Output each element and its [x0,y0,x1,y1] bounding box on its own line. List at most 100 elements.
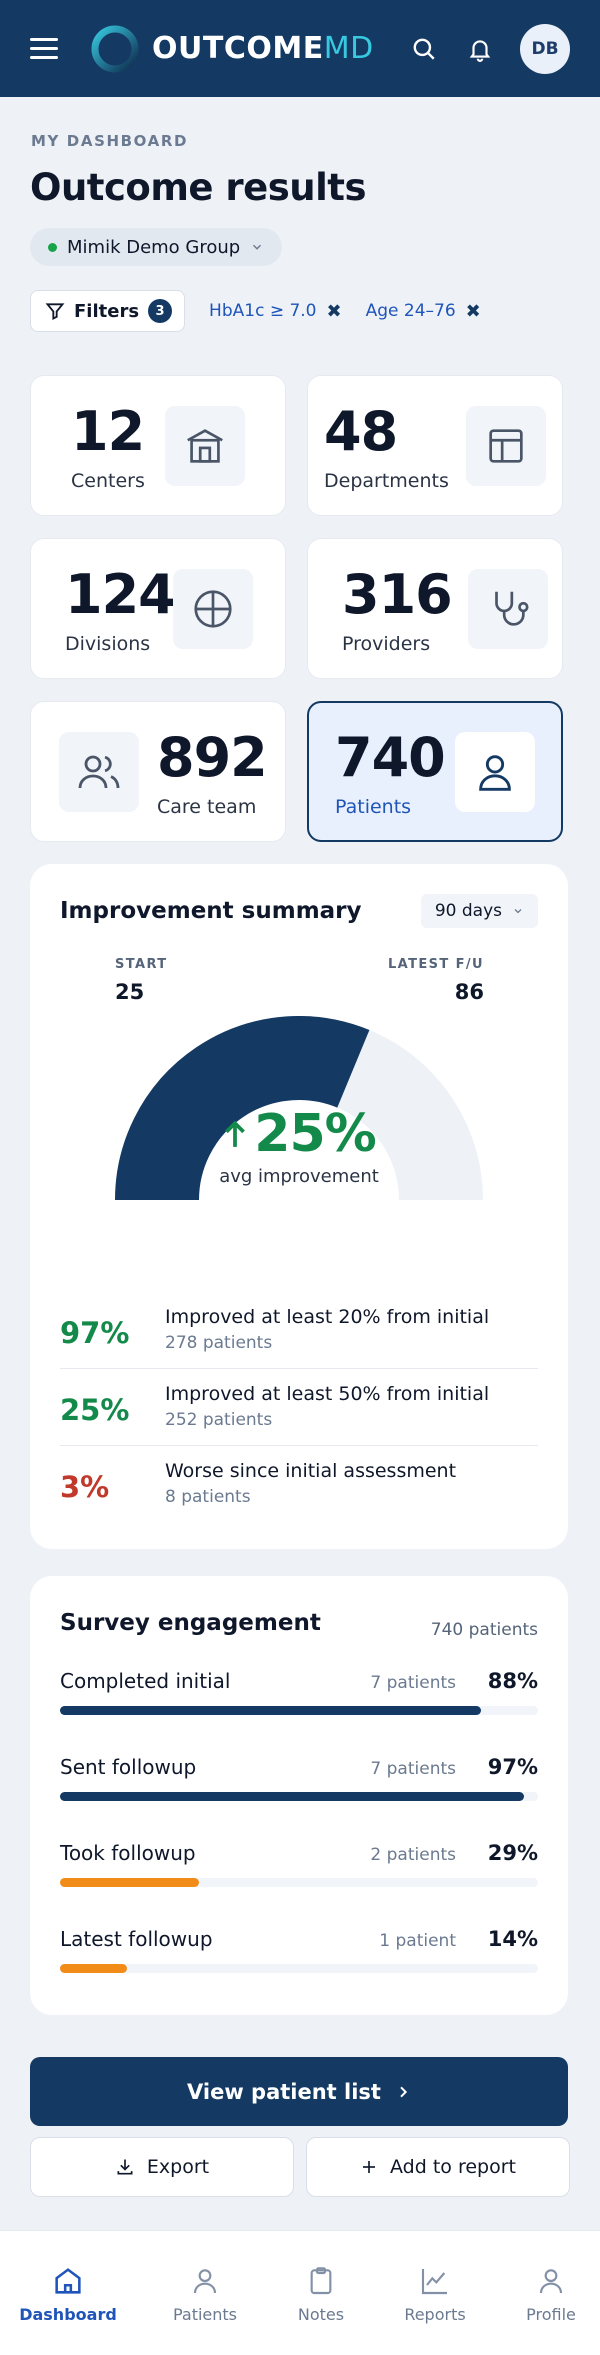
filters-row: Filters 3 HbA1c ≥ 7.0 ✖ Age 24–76 ✖ [30,290,481,332]
clipboard-icon [266,2261,376,2301]
bottom-nav: Dashboard Patients Notes Reports Profile [0,2230,600,2355]
filters-label: Filters [74,300,140,322]
survey-row-percent: 88% [487,1669,538,1693]
survey-row[interactable]: Took followup 2 patients 29% [60,1841,538,1901]
stat-card-care-team[interactable]: 892 Care team [30,701,286,842]
filter-count-badge: 3 [148,299,173,323]
nav-patients[interactable]: Patients [150,2261,260,2324]
layout-icon [466,406,546,486]
app-logo[interactable]: OUTCOMEMD [90,24,374,74]
row-patients: 252 patients [165,1410,273,1430]
bell-icon[interactable] [464,33,496,65]
remove-chip-icon[interactable]: ✖ [327,301,342,322]
stat-label: Departments [324,470,449,492]
list-item[interactable]: 25% Improved at least 50% from initial 2… [60,1369,538,1446]
button-label: Export [146,2156,210,2178]
nav-notes[interactable]: Notes [266,2261,376,2324]
survey-row-count: 7 patients [370,1673,456,1693]
survey-row[interactable]: Sent followup 7 patients 97% [60,1755,538,1815]
list-item[interactable]: 97% Improved at least 20% from initial 2… [60,1292,538,1369]
button-label: Add to report [390,2156,516,2178]
progress-fill [60,1706,481,1715]
filter-chip-hba1c[interactable]: HbA1c ≥ 7.0 ✖ [209,301,342,322]
chevron-down-icon [514,909,522,914]
progress-fill [60,1878,199,1887]
view-patient-list-button[interactable]: View patient list [30,2057,568,2126]
stat-card-providers[interactable]: 316 Providers [307,538,563,679]
stat-card-departments[interactable]: 48 Departments [307,375,563,516]
building-icon [165,406,245,486]
page-eyebrow: MY DASHBOARD [31,132,189,150]
stat-value: 892 [157,726,268,789]
progress-track [60,1878,538,1887]
survey-row-count: 7 patients [370,1759,456,1779]
survey-row-count: 2 patients [370,1845,456,1865]
plus-icon [363,2161,376,2173]
avg-improvement-value: 25% [222,1104,377,1164]
stat-value: 316 [342,563,453,626]
status-dot [48,242,57,252]
nav-reports[interactable]: Reports [380,2261,490,2324]
logo-mark-icon [91,25,139,72]
progress-fill [60,1964,127,1973]
progress-track [60,1964,538,1973]
nav-profile[interactable]: Profile [496,2261,600,2324]
list-item[interactable]: 3% Worse since initial assessment 8 pati… [60,1446,538,1523]
add-to-report-button[interactable]: Add to report [306,2137,570,2197]
row-percent: 3% [60,1470,110,1504]
chip-label: Age 24–76 [365,301,456,321]
survey-row[interactable]: Latest followup 1 patient 14% [60,1927,538,1987]
start-value: 25 [115,980,145,1004]
filter-icon [45,303,65,320]
stat-card-centers[interactable]: 12 Centers [30,375,286,516]
line-chart-icon [380,2261,490,2301]
stat-label: Patients [335,796,412,818]
group-selector[interactable]: Mimik Demo Group [30,228,283,266]
row-percent: 25% [60,1393,130,1427]
stethoscope-icon [468,569,548,649]
export-button[interactable]: Export [30,2137,294,2197]
survey-row-label: Latest followup [60,1927,213,1951]
button-label: View patient list [187,2079,381,2104]
app-header: OUTCOMEMD DB [0,0,600,97]
latest-label: LATEST F/U [387,957,484,972]
row-percent: 97% [60,1316,130,1350]
nav-dashboard[interactable]: Dashboard [13,2261,123,2324]
profile-icon [496,2261,600,2301]
search-icon[interactable] [408,33,440,65]
survey-row-label: Completed initial [60,1669,231,1693]
home-icon [13,2261,123,2301]
survey-title: Survey engagement [60,1610,321,1636]
menu-icon[interactable] [30,32,64,66]
row-patients: 278 patients [165,1333,273,1353]
remove-chip-icon[interactable]: ✖ [466,301,481,322]
stat-card-patients[interactable]: 740 Patients [307,701,563,842]
period-select[interactable]: 90 days [420,894,538,928]
survey-row[interactable]: Completed initial 7 patients 88% [60,1669,538,1729]
stat-value: 12 [71,400,145,463]
survey-row-label: Sent followup [60,1755,197,1779]
avatar[interactable]: DB [520,23,570,74]
nav-label: Notes [297,2305,345,2324]
row-description: Improved at least 50% from initial [165,1383,490,1405]
filter-chip-age[interactable]: Age 24–76 ✖ [366,301,481,322]
stat-label: Providers [342,633,431,655]
improvement-title: Improvement summary [60,898,362,924]
improvement-rows: 97% Improved at least 20% from initial 2… [60,1292,538,1523]
chevron-right-icon [400,2086,408,2097]
survey-row-label: Took followup [60,1841,196,1865]
stat-card-divisions[interactable]: 124 Divisions [30,538,286,679]
latest-value: 86 [454,980,484,1004]
nav-label: Dashboard [19,2305,117,2324]
users-icon [59,732,139,812]
download-icon [117,2159,133,2175]
chevron-down-icon [253,244,262,250]
stat-label: Care team [157,796,257,818]
filters-button[interactable]: Filters 3 [30,290,186,332]
survey-row-count: 1 patient [379,1931,456,1951]
crosshair-icon [173,569,253,649]
nav-label: Profile [526,2305,576,2324]
stat-label: Divisions [65,633,151,655]
row-description: Improved at least 20% from initial [165,1306,490,1328]
progress-track [60,1706,538,1715]
